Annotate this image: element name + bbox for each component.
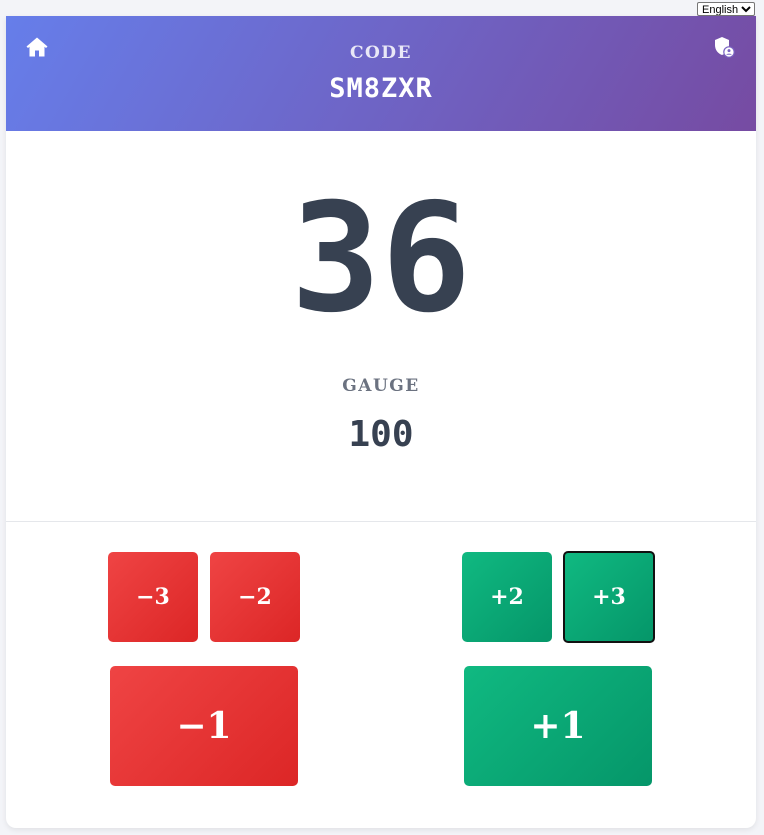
minus-2-button[interactable]: −2 bbox=[210, 552, 300, 642]
minus-3-button[interactable]: −3 bbox=[108, 552, 198, 642]
gauge-label: GAUGE bbox=[342, 376, 420, 396]
divider bbox=[6, 521, 756, 522]
plus-2-button[interactable]: +2 bbox=[462, 552, 552, 642]
gauge-value: 100 bbox=[348, 414, 414, 455]
score-value: 36 bbox=[290, 172, 472, 346]
minus-1-button[interactable]: −1 bbox=[110, 666, 298, 786]
plus-3-button[interactable]: +3 bbox=[563, 551, 655, 643]
scoreboard-card: CODE SM8ZXR 36 GAUGE 100 −3 −2 +2 +3 −1 … bbox=[6, 16, 756, 828]
header-bar: CODE SM8ZXR bbox=[6, 16, 756, 131]
plus-1-button[interactable]: +1 bbox=[464, 666, 652, 786]
language-select[interactable]: English bbox=[697, 2, 755, 16]
code-label: CODE bbox=[349, 43, 413, 63]
code-value: SM8ZXR bbox=[329, 73, 433, 104]
